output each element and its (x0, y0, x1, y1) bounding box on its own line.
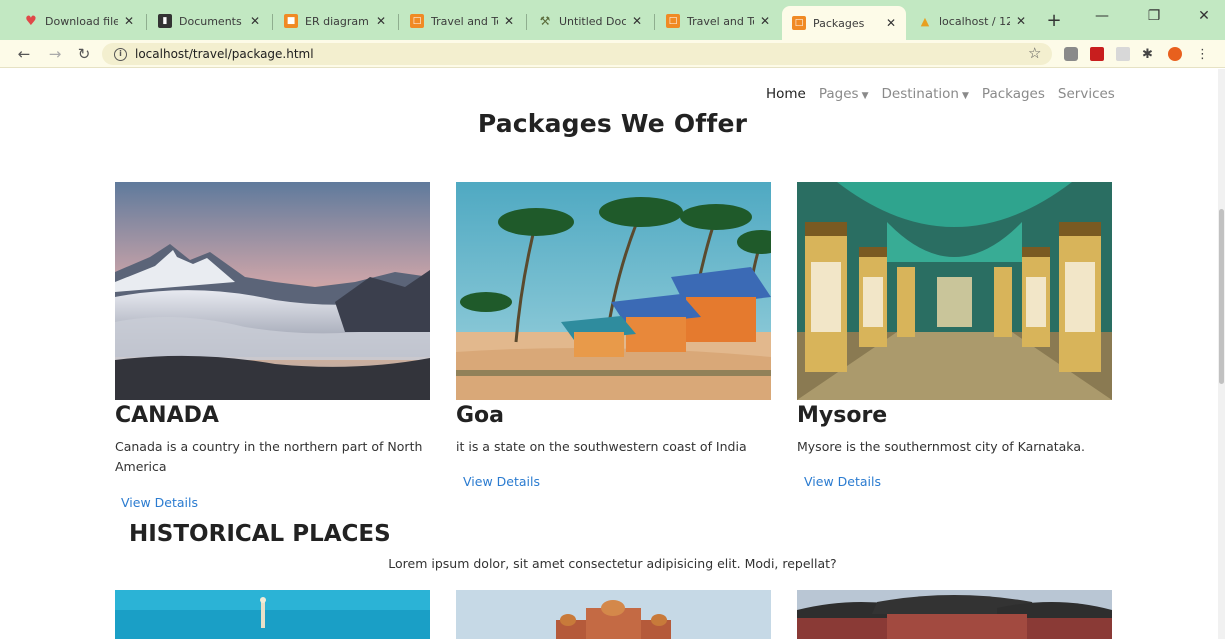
phpmyadmin-icon: ▲ (920, 14, 930, 28)
caret-down-icon: ▼ (961, 91, 969, 101)
nav-packages[interactable]: Packages (982, 86, 1045, 102)
browser-tab-phpmyadmin[interactable]: ▲ localhost / 12 ✕ (908, 8, 1036, 34)
historical-image-1 (115, 590, 430, 639)
historical-image-2 (456, 590, 771, 639)
close-icon[interactable]: ✕ (502, 14, 516, 28)
nav-pages-dropdown[interactable]: Pages ▼ (819, 86, 869, 102)
historical-image-3 (797, 590, 1112, 639)
reload-button[interactable]: ↻ (74, 44, 94, 64)
browser-tab-download-file[interactable]: ♥ Download file ✕ (14, 8, 144, 34)
new-tab-button[interactable]: + (1042, 10, 1066, 34)
card-title-goa: Goa (456, 403, 505, 428)
close-icon[interactable]: ✕ (1014, 14, 1028, 28)
document-icon: ▮ (158, 14, 172, 28)
close-icon[interactable]: ✕ (122, 14, 136, 28)
view-details-mysore[interactable]: View Details (804, 474, 881, 489)
nav-services[interactable]: Services (1058, 86, 1115, 102)
card-desc-canada: Canada is a country in the northern part… (115, 439, 423, 474)
extension-icon-grey[interactable] (1116, 47, 1130, 61)
url-text: localhost/travel/package.html (135, 47, 314, 61)
caret-down-icon: ▼ (861, 91, 869, 101)
forward-button[interactable]: → (45, 44, 65, 64)
close-icon[interactable]: ✕ (248, 14, 262, 28)
address-bar[interactable]: i localhost/travel/package.html (102, 43, 1052, 65)
close-window-button[interactable]: ✕ (1184, 8, 1224, 24)
view-details-canada[interactable]: View Details (121, 495, 198, 510)
section-title-historical: HISTORICAL PLACES (129, 521, 391, 547)
browser-tab-travel-1[interactable]: □ Travel and Tou ✕ (400, 8, 524, 34)
close-icon[interactable]: ✕ (630, 14, 644, 28)
close-icon[interactable]: ✕ (884, 16, 898, 30)
page-scrollbar[interactable] (1218, 69, 1225, 639)
nav-destination-dropdown[interactable]: Destination ▼ (882, 86, 969, 102)
puzzle-extensions-icon[interactable]: ✱ (1142, 47, 1156, 62)
browser-tab-bar: ♥ Download file ✕ ▮ Documents ✕ ■ ER dia… (0, 0, 1225, 40)
profile-avatar[interactable] (1168, 47, 1182, 61)
view-details-goa[interactable]: View Details (463, 474, 540, 489)
canada-image (115, 182, 430, 400)
page-title: Packages We Offer (477, 109, 748, 138)
browser-tab-packages[interactable]: □ Packages ✕ (782, 6, 906, 40)
travel-icon: □ (666, 14, 680, 28)
mysore-image (797, 182, 1112, 400)
travel-icon: □ (410, 14, 424, 28)
browser-tab-er-diagram[interactable]: ■ ER diagram tra ✕ (274, 8, 396, 34)
restore-button[interactable]: ❐ (1134, 8, 1174, 24)
heart-icon: ♥ (25, 13, 37, 29)
close-icon[interactable]: ✕ (374, 14, 388, 28)
browser-toolbar: ← → ↻ i localhost/travel/package.html ☆ … (0, 40, 1225, 68)
top-nav: Home Pages ▼ Destination ▼ Packages Servic… (766, 86, 1115, 102)
camera-extension-icon[interactable] (1064, 47, 1078, 61)
travel-icon: □ (792, 16, 806, 30)
info-icon[interactable]: i (114, 47, 127, 61)
diagram-icon: ■ (284, 14, 298, 28)
card-title-canada: CANADA (115, 403, 219, 428)
section-subtitle-historical: Lorem ipsum dolor, sit amet consectetur … (388, 556, 837, 571)
card-title-mysore: Mysore (797, 403, 888, 428)
goa-image (456, 182, 771, 400)
extension-icon-red[interactable] (1090, 47, 1104, 61)
tool-icon: ⚒ (539, 14, 551, 28)
menu-kebab-icon[interactable]: ⋮ (1196, 47, 1210, 62)
browser-tab-travel-2[interactable]: □ Travel and Tou ✕ (656, 8, 780, 34)
close-icon[interactable]: ✕ (758, 14, 772, 28)
card-desc-mysore: Mysore is the southernmost city of Karna… (797, 439, 1085, 454)
back-button[interactable]: ← (14, 44, 34, 64)
page-viewport: Home Pages ▼ Destination ▼ Packages Servic… (0, 69, 1218, 639)
browser-tab-untitled-doc[interactable]: ⚒ Untitled Docu ✕ (528, 8, 652, 34)
minimize-button[interactable]: — (1082, 8, 1122, 24)
scrollbar-thumb[interactable] (1219, 209, 1224, 384)
nav-home[interactable]: Home (766, 86, 806, 102)
bookmark-star-icon[interactable]: ☆ (1028, 44, 1041, 62)
browser-tab-documents[interactable]: ▮ Documents ✕ (148, 8, 270, 34)
card-desc-goa: it is a state on the southwestern coast … (456, 439, 747, 454)
